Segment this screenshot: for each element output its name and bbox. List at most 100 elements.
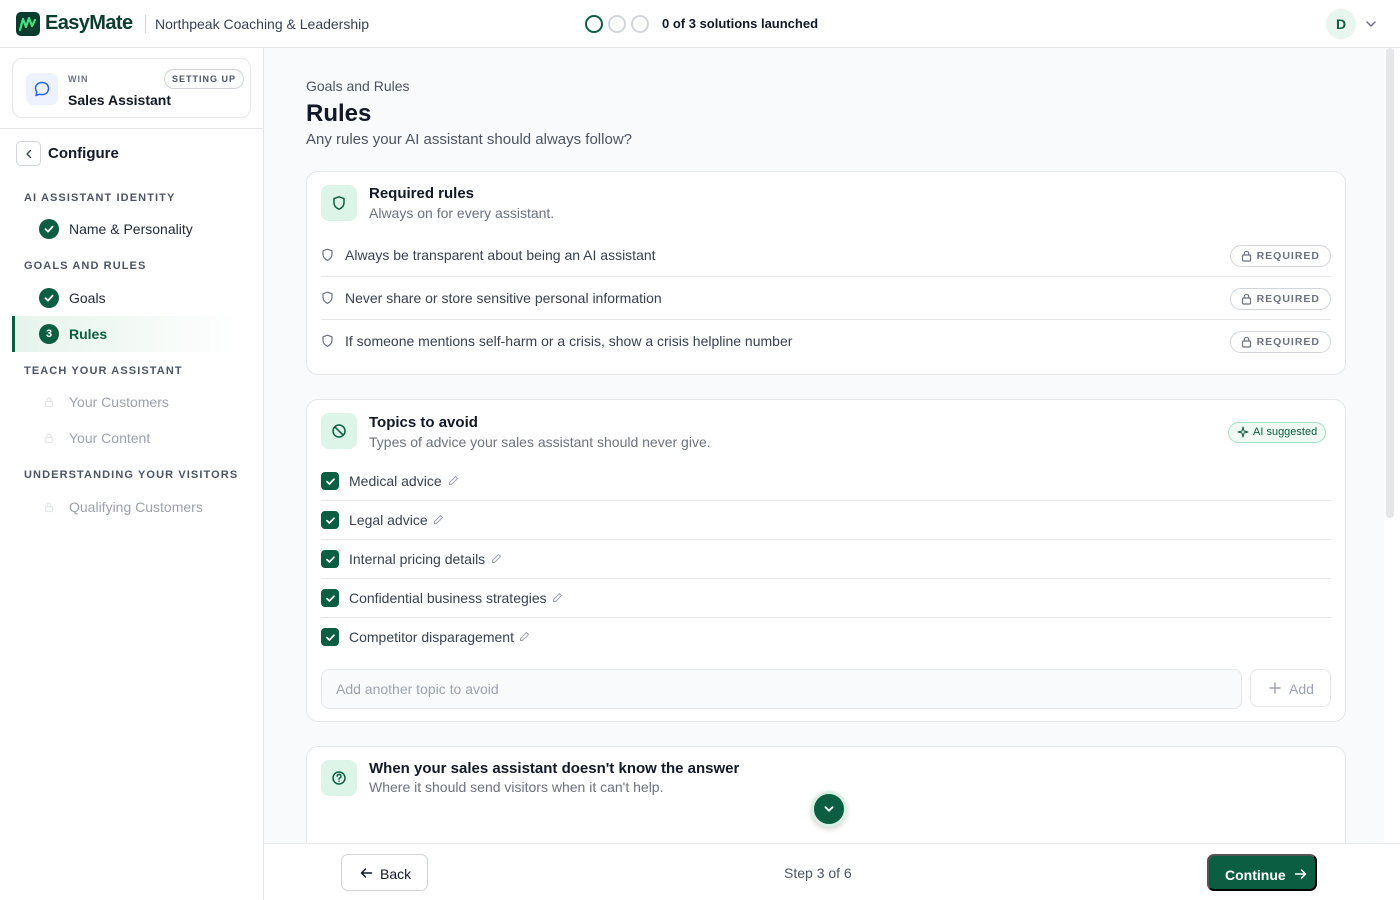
lock-icon (1241, 336, 1251, 348)
shield-icon (321, 334, 334, 348)
topic-label: Legal advice (349, 512, 428, 528)
required-badge-label: REQUIRED (1256, 293, 1320, 305)
shield-icon (321, 185, 357, 221)
topic-checkbox[interactable] (321, 628, 339, 646)
arrow-left-icon (360, 868, 373, 878)
back-button[interactable]: Back (341, 854, 428, 891)
section-heading: AI ASSISTANT IDENTITY (24, 192, 176, 204)
pencil-icon[interactable] (519, 631, 530, 642)
solution-eyebrow: WIN (68, 74, 89, 84)
topic-checkbox[interactable] (321, 550, 339, 568)
continue-button-label: Continue (1225, 867, 1286, 883)
required-rule-row: If someone mentions self-harm or a crisi… (321, 320, 1331, 363)
card-subtitle: Types of advice your sales assistant sho… (369, 434, 711, 450)
sidebar-item-rules[interactable]: 3 Rules (12, 316, 240, 352)
chevron-left-icon (25, 149, 31, 158)
easymate-logo-icon (16, 12, 40, 36)
topic-row: Medical advice (321, 462, 1331, 501)
sidebar-item-label: Your Content (69, 430, 151, 446)
sidebar-item-your-customers[interactable]: Your Customers (12, 384, 240, 420)
required-badge-label: REQUIRED (1256, 336, 1320, 348)
lock-icon (1241, 250, 1251, 262)
topic-label: Medical advice (349, 473, 442, 489)
launch-progress-dots (585, 15, 649, 33)
question-circle-icon (321, 760, 357, 796)
divider (145, 15, 146, 33)
scroll-down-button[interactable] (811, 791, 847, 827)
sidebar-item-your-content[interactable]: Your Content (12, 420, 240, 456)
card-title: Required rules (369, 185, 475, 202)
pencil-icon[interactable] (491, 553, 502, 564)
topic-row: Competitor disparagement (321, 618, 1331, 657)
lock-icon (39, 428, 59, 448)
chevron-down-icon[interactable] (1365, 18, 1377, 30)
scrollbar[interactable] (1386, 48, 1394, 518)
section-heading: TEACH YOUR ASSISTANT (24, 365, 183, 377)
avatar[interactable]: D (1326, 9, 1356, 39)
configure-back-button[interactable] (16, 141, 41, 166)
card-title: When your sales assistant doesn't know t… (369, 760, 740, 777)
required-badge: REQUIRED (1229, 288, 1331, 310)
sidebar-item-label: Rules (69, 326, 108, 342)
lock-icon (39, 497, 59, 517)
plus-icon (1269, 682, 1281, 694)
pencil-icon[interactable] (552, 592, 563, 603)
pencil-icon[interactable] (433, 514, 444, 525)
sidebar-item-label: Goals (69, 290, 106, 306)
section-heading: GOALS AND RULES (24, 260, 147, 272)
sparkle-icon (1237, 426, 1249, 438)
sidebar-divider (0, 128, 263, 129)
org-name: Northpeak Coaching & Leadership (155, 16, 370, 32)
topic-label: Internal pricing details (349, 551, 486, 567)
lock-icon (39, 392, 59, 412)
card-subtitle: Always on for every assistant. (369, 205, 555, 221)
rule-text: Never share or store sensitive personal … (345, 290, 662, 306)
brand-name: EasyMate (45, 12, 133, 34)
progress-dot (585, 15, 603, 33)
topic-checkbox[interactable] (321, 511, 339, 529)
topic-row: Internal pricing details (321, 540, 1331, 579)
required-rule-row: Never share or store sensitive personal … (321, 277, 1331, 320)
ai-badge-label: AI suggested (1253, 426, 1318, 438)
sidebar: WIN Sales Assistant SETTING UP Configure… (0, 48, 264, 900)
required-rules-card: Required rules Always on for every assis… (306, 171, 1346, 375)
sidebar-item-label: Your Customers (69, 394, 169, 410)
sidebar-item-label: Name & Personality (69, 221, 193, 237)
sidebar-item-qualifying-customers[interactable]: Qualifying Customers (12, 489, 240, 525)
solution-card[interactable]: WIN Sales Assistant SETTING UP (12, 58, 251, 118)
check-circle-icon (39, 219, 59, 239)
required-badge-label: REQUIRED (1256, 250, 1320, 262)
launch-status: 0 of 3 solutions launched (662, 16, 819, 31)
main-content: Goals and Rules Rules Any rules your AI … (264, 48, 1384, 843)
step-indicator: Step 3 of 6 (784, 865, 852, 881)
shield-icon (321, 291, 334, 305)
rule-text: If someone mentions self-harm or a crisi… (345, 333, 793, 349)
sidebar-item-name-personality[interactable]: Name & Personality (12, 211, 240, 247)
topic-checkbox[interactable] (321, 589, 339, 607)
top-bar: EasyMate Northpeak Coaching & Leadership… (0, 0, 1400, 48)
required-badge: REQUIRED (1229, 331, 1331, 353)
solution-name: Sales Assistant (68, 92, 171, 108)
lock-icon (1241, 293, 1251, 305)
add-button-label: Add (1289, 681, 1314, 697)
sidebar-item-goals[interactable]: Goals (12, 280, 240, 316)
progress-dot (631, 15, 649, 33)
topic-label: Competitor disparagement (349, 629, 514, 645)
breadcrumb: Goals and Rules (306, 78, 410, 94)
continue-button[interactable]: Continue (1207, 854, 1317, 891)
required-badge: REQUIRED (1229, 245, 1331, 267)
topic-checkbox[interactable] (321, 472, 339, 490)
card-title: Topics to avoid (369, 414, 478, 431)
required-rule-row: Always be transparent about being an AI … (321, 234, 1331, 277)
chevron-down-icon (824, 806, 834, 812)
add-topic-input[interactable] (321, 669, 1242, 709)
shield-icon (321, 248, 334, 262)
pencil-icon[interactable] (448, 475, 459, 486)
chat-bubble-icon (26, 73, 58, 105)
rule-text: Always be transparent about being an AI … (345, 247, 656, 263)
topic-row: Legal advice (321, 501, 1331, 540)
page-title: Rules (306, 100, 372, 127)
topic-row: Confidential business strategies (321, 579, 1331, 618)
add-topic-button[interactable]: Add (1250, 669, 1331, 707)
sidebar-item-label: Qualifying Customers (69, 499, 203, 515)
